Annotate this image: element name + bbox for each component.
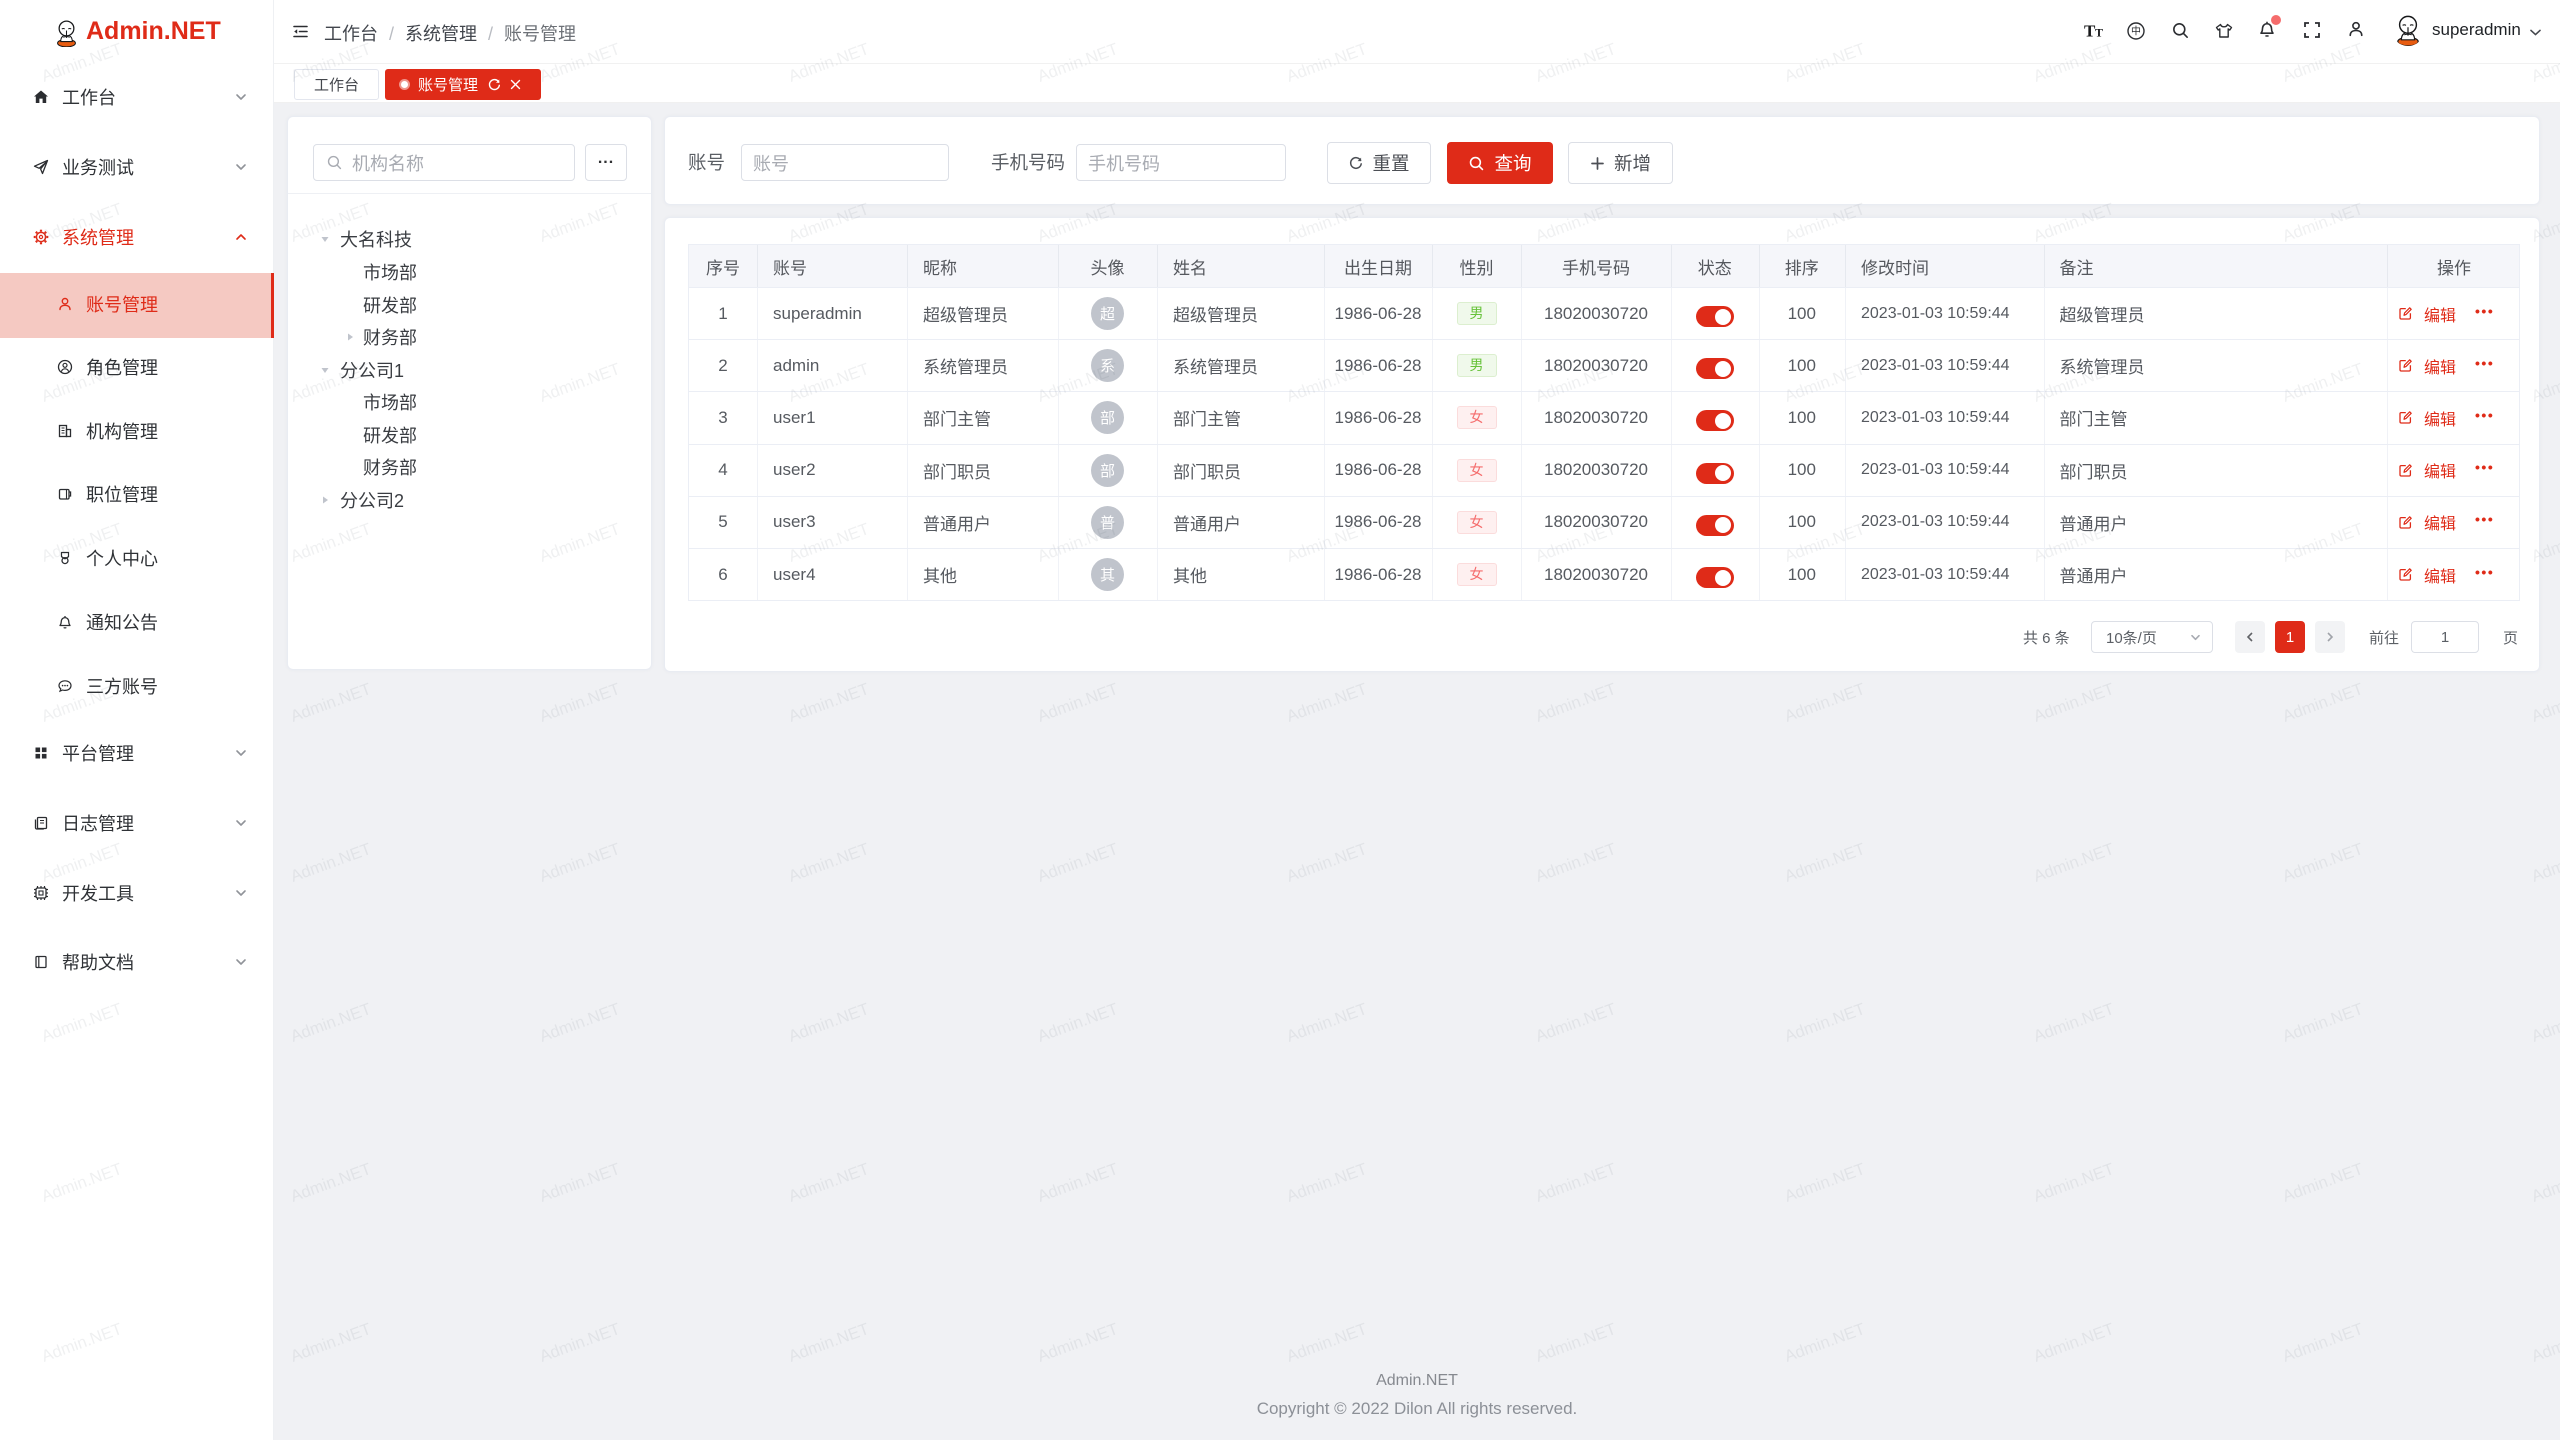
svg-text:T: T	[2095, 26, 2103, 40]
svg-text:中: 中	[2131, 25, 2141, 38]
